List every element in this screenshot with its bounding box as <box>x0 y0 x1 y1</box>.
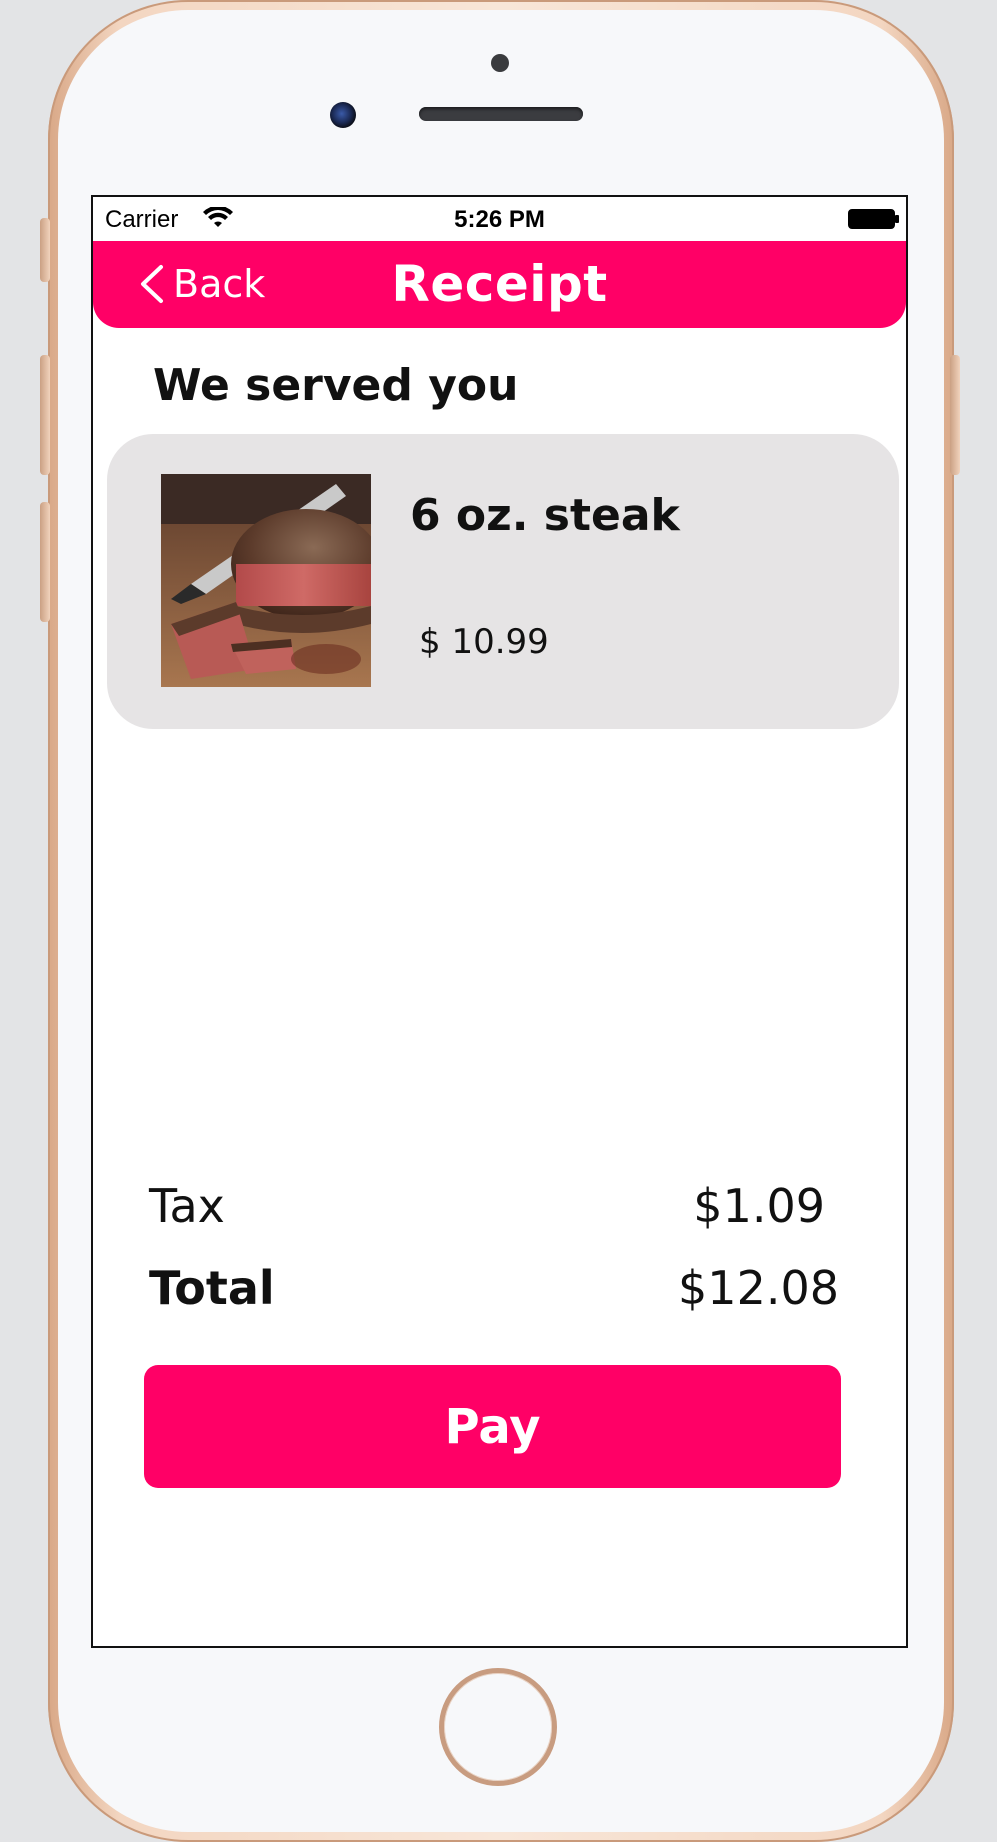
front-camera <box>330 102 356 128</box>
app-screen: Carrier 5:26 PM Back Receipt We served y… <box>91 195 908 1648</box>
mute-switch <box>40 218 50 282</box>
power-button <box>950 355 960 475</box>
item-price: $ 10.99 <box>419 622 549 662</box>
battery-icon <box>848 209 899 229</box>
earpiece-speaker <box>419 107 583 121</box>
home-button[interactable] <box>439 1668 557 1786</box>
steak-photo <box>161 474 371 687</box>
list-item[interactable]: 6 oz. steak $ 10.99 <box>107 434 899 729</box>
status-bar: Carrier 5:26 PM <box>93 197 906 241</box>
volume-up-button <box>40 355 50 475</box>
page-title: Receipt <box>391 255 608 313</box>
volume-down-button <box>40 502 50 622</box>
status-time: 5:26 PM <box>454 206 545 233</box>
total-label: Total <box>149 1261 275 1315</box>
item-name: 6 oz. steak <box>410 490 680 541</box>
total-value: $12.08 <box>678 1261 839 1315</box>
pay-button[interactable]: Pay <box>144 1365 841 1488</box>
navigation-bar: Back Receipt <box>93 241 906 328</box>
steak-photo-illustration <box>161 474 371 687</box>
proximity-sensor <box>491 54 509 72</box>
tax-label: Tax <box>149 1179 225 1233</box>
tax-value: $1.09 <box>693 1179 825 1233</box>
section-heading: We served you <box>153 360 519 411</box>
